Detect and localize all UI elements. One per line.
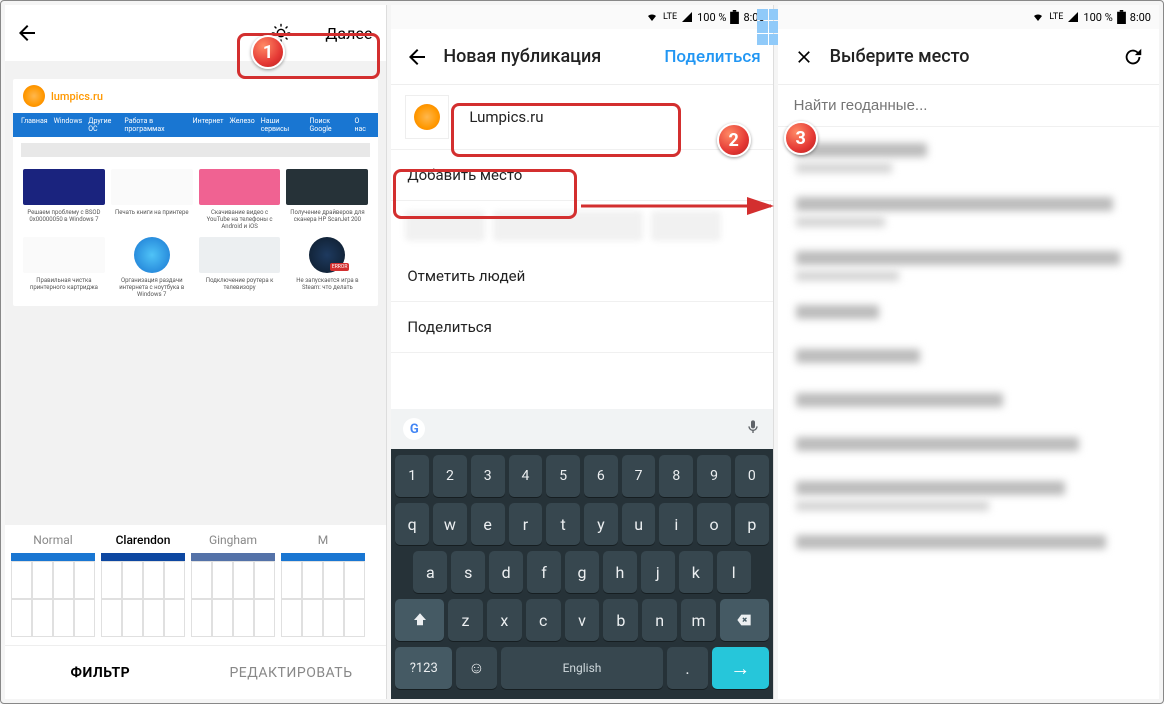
space-key[interactable]: English [501, 647, 663, 689]
list-item[interactable] [778, 185, 1159, 239]
site-name: lumpics.ru [51, 90, 103, 103]
refresh-icon[interactable] [1119, 43, 1147, 71]
filter-clarendon[interactable]: Clarendon [101, 533, 185, 637]
list-item[interactable] [778, 239, 1159, 293]
screen-location: LTE 100 % 8:00 Выберите место 3 [778, 5, 1159, 699]
signal-icon [681, 11, 693, 23]
list-item[interactable] [778, 293, 1159, 337]
badge-1: 1 [251, 35, 285, 69]
page-title: Новая публикация [443, 46, 652, 67]
search-input[interactable] [794, 97, 1143, 114]
share-to-row[interactable]: Поделиться [391, 302, 772, 353]
backspace-key [720, 599, 769, 641]
next-button[interactable]: Далее [325, 24, 372, 43]
list-item[interactable] [778, 381, 1159, 425]
shift-key [395, 599, 444, 641]
wifi-icon [645, 11, 659, 23]
list-item[interactable] [778, 469, 1159, 523]
list-item[interactable] [778, 337, 1159, 381]
status-bar: LTE 100 % 8:00 [391, 5, 772, 29]
caption-row: Lumpics.ru [391, 85, 772, 150]
badge-3: 3 [784, 121, 818, 155]
page-title: Выберите место [830, 46, 1107, 67]
filter-gingham[interactable]: Gingham [191, 533, 275, 637]
list-item[interactable] [778, 523, 1159, 567]
google-icon[interactable]: G [403, 418, 425, 440]
enter-key: → [712, 647, 769, 689]
mic-icon[interactable] [745, 417, 761, 441]
badge-2: 2 [717, 123, 751, 157]
arrow-icon [581, 191, 781, 221]
filter-strip[interactable]: Normal Clarendon Gingham M [5, 525, 386, 645]
caption-input[interactable]: Lumpics.ru [461, 104, 758, 130]
signal-icon [1067, 11, 1079, 23]
tab-edit[interactable]: РЕДАКТИРОВАТЬ [196, 646, 387, 699]
list-item[interactable] [778, 425, 1159, 469]
keyboard[interactable]: 1234567890 qwertyuiop asdfghjkl zxcvbnm … [391, 449, 772, 699]
battery-icon [730, 10, 739, 24]
bottom-tabs: ФИЛЬТР РЕДАКТИРОВАТЬ [5, 645, 386, 699]
battery-icon [1117, 10, 1126, 24]
screen-filter: Далее 1 lumpics.ru Главная Windows Други… [5, 5, 387, 699]
tab-filter[interactable]: ФИЛЬТР [5, 646, 196, 699]
logo-icon [23, 85, 45, 107]
emoji-key: ☺ [456, 647, 497, 689]
tag-people-row[interactable]: Отметить людей [391, 251, 772, 302]
post-thumbnail[interactable] [405, 95, 449, 139]
filter-normal[interactable]: Normal [11, 533, 95, 637]
screen-new-post: LTE 100 % 8:00 Новая публикация Поделить… [391, 5, 773, 699]
back-icon[interactable] [13, 19, 41, 47]
symbols-key[interactable]: ?123 [395, 647, 452, 689]
back-icon[interactable] [403, 43, 431, 71]
share-button[interactable]: Поделиться [664, 47, 760, 67]
wifi-icon [1031, 11, 1045, 23]
close-icon[interactable] [790, 43, 818, 71]
filter-more[interactable]: M [281, 533, 365, 637]
location-results [778, 127, 1159, 571]
chip[interactable] [405, 211, 485, 241]
image-preview: lumpics.ru Главная Windows Другие ОС Раб… [5, 61, 386, 312]
status-bar: LTE 100 % 8:00 [778, 5, 1159, 29]
list-item[interactable] [778, 131, 1159, 185]
